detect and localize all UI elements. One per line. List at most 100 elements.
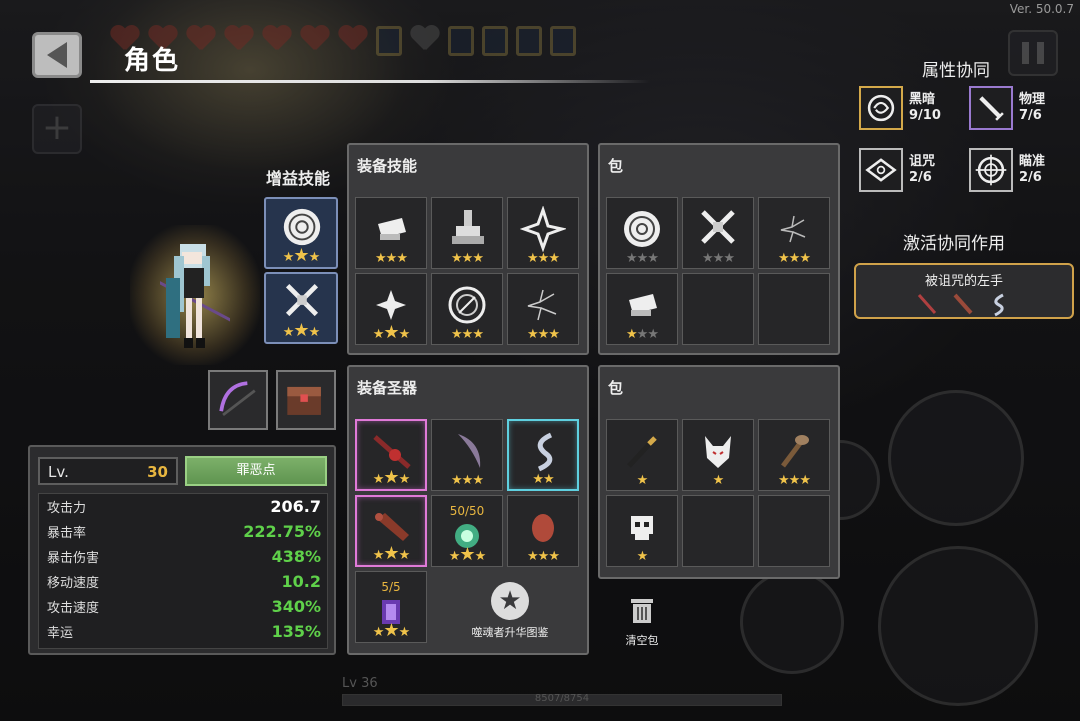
- player-level: Lv 36: [342, 676, 378, 691]
- star-rating: ★★★: [527, 251, 560, 266]
- skill-slot[interactable]: ★★★: [355, 197, 427, 269]
- synergy-name: 黑暗: [909, 92, 936, 107]
- star-rating: ★★★: [527, 549, 560, 564]
- skull-icon: [631, 516, 653, 540]
- star-rating: ★★★: [372, 467, 410, 488]
- synergy-count: 2/6: [1019, 170, 1042, 185]
- star-rating: ★★★: [451, 251, 484, 266]
- stat-label: 暴击伤害: [47, 551, 100, 566]
- stat-row: 暴击率 222.75%: [39, 519, 327, 544]
- club-icon: [781, 435, 809, 468]
- stat-row: 攻击速度 340%: [39, 594, 327, 619]
- stat-label: 攻击速度: [47, 601, 100, 616]
- dash-control: [740, 570, 844, 674]
- codex-button[interactable]: ★ 噬魂者升华图鉴: [448, 582, 572, 640]
- star-rating: ★★★: [448, 544, 486, 565]
- star-rating: ★★★: [372, 322, 410, 343]
- title-underline: [90, 80, 650, 83]
- back-button[interactable]: [32, 32, 82, 78]
- skill-slot[interactable]: ★★★: [507, 197, 579, 269]
- bag-slot[interactable]: ★★★: [682, 197, 754, 269]
- bag-slot-empty[interactable]: [758, 273, 830, 345]
- stat-value: 10.2: [281, 572, 321, 591]
- buff-skill-slot[interactable]: ★★★: [264, 197, 338, 269]
- star-rating: ★★★: [702, 251, 735, 266]
- chest-slot[interactable]: [276, 370, 336, 430]
- sword-icon: [969, 86, 1013, 130]
- synergy-item-curse[interactable]: 诅咒 2/6: [859, 148, 935, 192]
- skill-slot[interactable]: ★★★: [507, 273, 579, 345]
- exp-text: 8507/8754: [534, 693, 590, 704]
- bag-slot[interactable]: ★★★: [606, 273, 678, 345]
- plus-button: +: [32, 104, 82, 154]
- synergy-item-aim[interactable]: 瞄准 2/6: [969, 148, 1045, 192]
- stat-value: 438%: [271, 547, 321, 566]
- buff-skill-slot[interactable]: ★★★: [264, 272, 338, 344]
- relics-bag-panel: 包 ★ ★ ★★★ ★: [598, 365, 840, 579]
- synergy-item-dark[interactable]: 黑暗 9/10: [859, 86, 941, 130]
- star-rating: ★★★: [282, 320, 320, 341]
- relic-slot[interactable]: ★★: [507, 419, 579, 491]
- synergy-count: 2/6: [909, 170, 932, 185]
- treasure-chest-icon: [287, 386, 321, 415]
- crack-icon: [780, 215, 806, 243]
- synergy-title: 属性协同: [922, 61, 990, 81]
- bag-slot-empty[interactable]: [758, 495, 830, 567]
- bag-slot-empty[interactable]: [682, 273, 754, 345]
- synergy-name: 瞄准: [1019, 154, 1046, 169]
- red-egg-icon: [532, 514, 554, 542]
- stat-list: 攻击力 206.7 暴击率 222.75% 暴击伤害 438% 移动速度 10.2 攻击速度 34…: [38, 493, 328, 649]
- star-rating: ★★★: [778, 473, 811, 488]
- relic-slot[interactable]: ★★★: [507, 495, 579, 567]
- synergy-item-physical[interactable]: 物理 7/6: [969, 86, 1045, 130]
- synergy-name: 诅咒: [909, 154, 936, 169]
- skill-slot[interactable]: ★★★: [431, 197, 503, 269]
- curse-eye-icon: [859, 148, 903, 192]
- synergy-count: 7/6: [1019, 108, 1042, 123]
- stat-label: 攻击力: [47, 501, 87, 516]
- relic-slot[interactable]: ★★★: [431, 419, 503, 491]
- turret-icon: [452, 210, 484, 244]
- trash-can-icon: [631, 599, 653, 623]
- panel-title: 包: [608, 157, 624, 175]
- stat-label: 移动速度: [47, 576, 100, 591]
- star-rating: ★★★: [372, 620, 410, 641]
- bag-slot-empty[interactable]: [682, 495, 754, 567]
- stat-label: 幸运: [47, 626, 74, 641]
- crossbow-icon: [285, 284, 319, 317]
- relic-slot[interactable]: ★★★: [355, 419, 427, 491]
- stat-value: 206.7: [270, 497, 321, 516]
- page-title: 角色: [124, 46, 181, 76]
- star-rating: ★★★: [626, 251, 659, 266]
- weapon-slot[interactable]: [208, 370, 268, 430]
- clear-bag-button[interactable]: 清空包: [620, 596, 664, 648]
- relic-slot[interactable]: 5/5 ★★★: [355, 571, 427, 643]
- sin-points-button[interactable]: 罪恶点: [185, 456, 327, 486]
- synergy-name: 物理: [1019, 92, 1046, 107]
- skill-slot[interactable]: ★★★: [431, 273, 503, 345]
- skill-slot[interactable]: ★★★: [355, 273, 427, 345]
- bag-slot[interactable]: ★★★: [606, 197, 678, 269]
- chain-icon: [537, 432, 553, 472]
- equipped-skills-panel: 装备技能 ★★★ ★★★ ★★★ ★★★ ★★★ ★★★: [347, 143, 589, 355]
- bag-slot[interactable]: ★: [606, 495, 678, 567]
- bag-slot[interactable]: ★: [606, 419, 678, 491]
- stat-value: 340%: [271, 597, 321, 616]
- relic-slot[interactable]: ★★★: [355, 495, 427, 567]
- active-synergy-name: 被诅咒的左手: [924, 274, 1003, 289]
- skills-bag-panel: 包 ★★★ ★★★ ★★★ ★★★: [598, 143, 840, 355]
- active-synergy-card[interactable]: 被诅咒的左手: [854, 263, 1074, 319]
- relic-slot[interactable]: 50/50 ★★★: [431, 495, 503, 567]
- star-rating: ★★★: [375, 251, 408, 266]
- character-sprite: [160, 244, 230, 348]
- exp-bar: 8507/8754: [342, 693, 782, 706]
- star-rating: ★★★: [527, 327, 560, 342]
- bag-slot[interactable]: ★: [682, 419, 754, 491]
- bag-slot[interactable]: ★★★: [758, 197, 830, 269]
- claw-blade-icon: [458, 434, 481, 468]
- scythe-icon: [219, 381, 256, 417]
- stat-row: 幸运 135%: [39, 619, 327, 644]
- bag-slot[interactable]: ★★★: [758, 419, 830, 491]
- stat-row: 暴击伤害 438%: [39, 544, 327, 569]
- codex-label: 噬魂者升华图鉴: [471, 626, 549, 639]
